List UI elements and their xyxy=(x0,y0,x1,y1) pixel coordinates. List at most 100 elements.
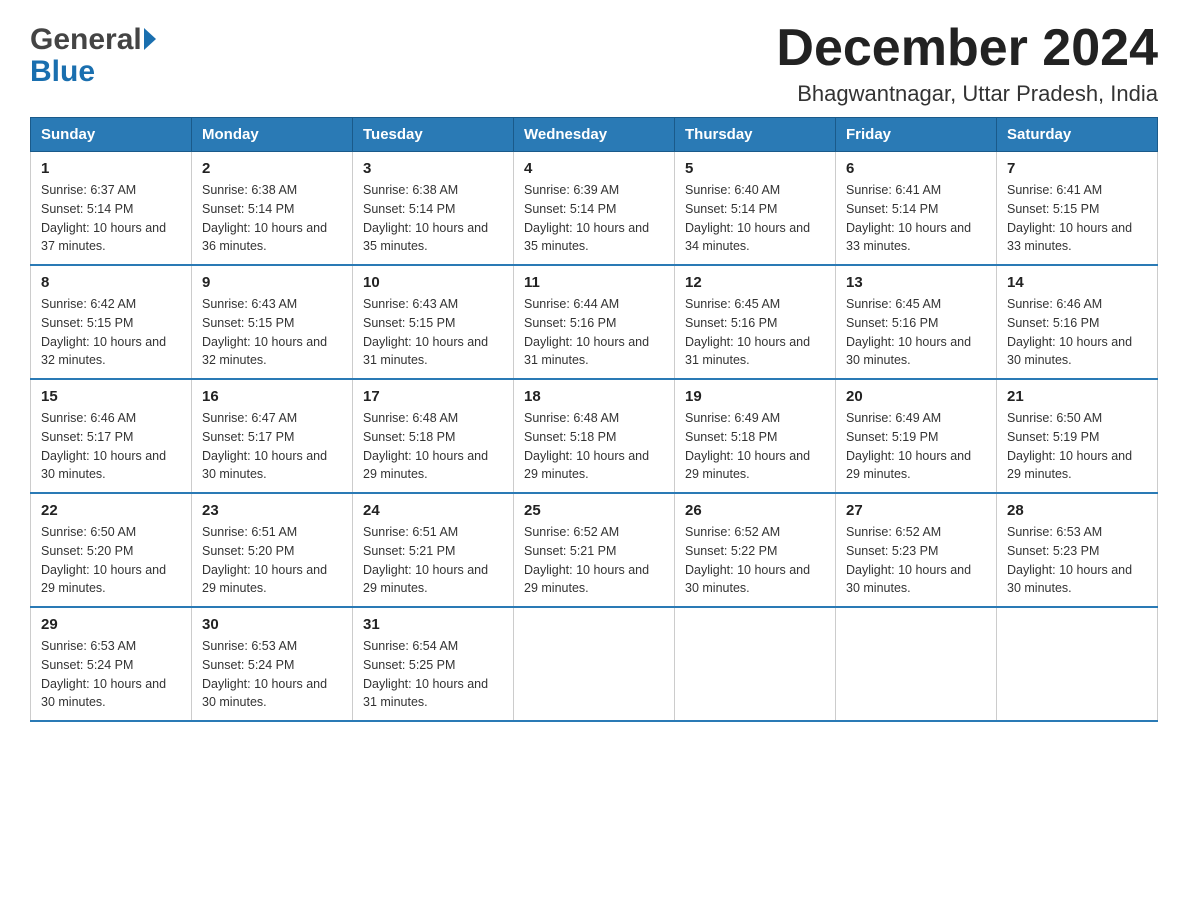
calendar-cell: 10 Sunrise: 6:43 AMSunset: 5:15 PMDaylig… xyxy=(353,265,514,379)
day-detail: Sunrise: 6:48 AMSunset: 5:18 PMDaylight:… xyxy=(363,411,488,481)
calendar-cell: 29 Sunrise: 6:53 AMSunset: 5:24 PMDaylig… xyxy=(31,607,192,721)
day-detail: Sunrise: 6:45 AMSunset: 5:16 PMDaylight:… xyxy=(685,297,810,367)
calendar-table: SundayMondayTuesdayWednesdayThursdayFrid… xyxy=(30,117,1158,722)
day-number: 26 xyxy=(685,502,825,519)
day-detail: Sunrise: 6:42 AMSunset: 5:15 PMDaylight:… xyxy=(41,297,166,367)
day-detail: Sunrise: 6:50 AMSunset: 5:20 PMDaylight:… xyxy=(41,525,166,595)
calendar-cell: 31 Sunrise: 6:54 AMSunset: 5:25 PMDaylig… xyxy=(353,607,514,721)
calendar-cell: 21 Sunrise: 6:50 AMSunset: 5:19 PMDaylig… xyxy=(997,379,1158,493)
calendar-cell: 13 Sunrise: 6:45 AMSunset: 5:16 PMDaylig… xyxy=(836,265,997,379)
calendar-cell: 26 Sunrise: 6:52 AMSunset: 5:22 PMDaylig… xyxy=(675,493,836,607)
calendar-cell: 18 Sunrise: 6:48 AMSunset: 5:18 PMDaylig… xyxy=(514,379,675,493)
calendar-cell xyxy=(836,607,997,721)
calendar-week-row: 22 Sunrise: 6:50 AMSunset: 5:20 PMDaylig… xyxy=(31,493,1158,607)
day-number: 28 xyxy=(1007,502,1147,519)
day-number: 6 xyxy=(846,160,986,177)
day-detail: Sunrise: 6:41 AMSunset: 5:14 PMDaylight:… xyxy=(846,183,971,253)
calendar-cell: 11 Sunrise: 6:44 AMSunset: 5:16 PMDaylig… xyxy=(514,265,675,379)
calendar-cell: 4 Sunrise: 6:39 AMSunset: 5:14 PMDayligh… xyxy=(514,152,675,266)
day-detail: Sunrise: 6:41 AMSunset: 5:15 PMDaylight:… xyxy=(1007,183,1132,253)
day-header-thursday: Thursday xyxy=(675,118,836,152)
day-number: 13 xyxy=(846,274,986,291)
day-detail: Sunrise: 6:52 AMSunset: 5:21 PMDaylight:… xyxy=(524,525,649,595)
day-number: 30 xyxy=(202,616,342,633)
day-detail: Sunrise: 6:53 AMSunset: 5:24 PMDaylight:… xyxy=(202,639,327,709)
calendar-cell: 22 Sunrise: 6:50 AMSunset: 5:20 PMDaylig… xyxy=(31,493,192,607)
day-detail: Sunrise: 6:54 AMSunset: 5:25 PMDaylight:… xyxy=(363,639,488,709)
day-detail: Sunrise: 6:38 AMSunset: 5:14 PMDaylight:… xyxy=(363,183,488,253)
calendar-cell: 16 Sunrise: 6:47 AMSunset: 5:17 PMDaylig… xyxy=(192,379,353,493)
calendar-cell: 20 Sunrise: 6:49 AMSunset: 5:19 PMDaylig… xyxy=(836,379,997,493)
day-number: 9 xyxy=(202,274,342,291)
day-detail: Sunrise: 6:45 AMSunset: 5:16 PMDaylight:… xyxy=(846,297,971,367)
calendar-cell: 3 Sunrise: 6:38 AMSunset: 5:14 PMDayligh… xyxy=(353,152,514,266)
day-header-saturday: Saturday xyxy=(997,118,1158,152)
day-number: 11 xyxy=(524,274,664,291)
calendar-cell xyxy=(675,607,836,721)
calendar-cell: 14 Sunrise: 6:46 AMSunset: 5:16 PMDaylig… xyxy=(997,265,1158,379)
calendar-cell: 19 Sunrise: 6:49 AMSunset: 5:18 PMDaylig… xyxy=(675,379,836,493)
day-detail: Sunrise: 6:49 AMSunset: 5:18 PMDaylight:… xyxy=(685,411,810,481)
day-number: 14 xyxy=(1007,274,1147,291)
day-detail: Sunrise: 6:53 AMSunset: 5:24 PMDaylight:… xyxy=(41,639,166,709)
day-number: 21 xyxy=(1007,388,1147,405)
month-title: December 2024 xyxy=(776,20,1158,77)
day-number: 15 xyxy=(41,388,181,405)
day-detail: Sunrise: 6:43 AMSunset: 5:15 PMDaylight:… xyxy=(202,297,327,367)
calendar-cell xyxy=(997,607,1158,721)
day-number: 5 xyxy=(685,160,825,177)
day-number: 3 xyxy=(363,160,503,177)
day-number: 12 xyxy=(685,274,825,291)
day-header-monday: Monday xyxy=(192,118,353,152)
day-detail: Sunrise: 6:40 AMSunset: 5:14 PMDaylight:… xyxy=(685,183,810,253)
calendar-cell: 25 Sunrise: 6:52 AMSunset: 5:21 PMDaylig… xyxy=(514,493,675,607)
day-detail: Sunrise: 6:52 AMSunset: 5:23 PMDaylight:… xyxy=(846,525,971,595)
location-title: Bhagwantnagar, Uttar Pradesh, India xyxy=(776,81,1158,107)
calendar-cell: 5 Sunrise: 6:40 AMSunset: 5:14 PMDayligh… xyxy=(675,152,836,266)
day-number: 7 xyxy=(1007,160,1147,177)
day-header-row: SundayMondayTuesdayWednesdayThursdayFrid… xyxy=(31,118,1158,152)
day-detail: Sunrise: 6:44 AMSunset: 5:16 PMDaylight:… xyxy=(524,297,649,367)
day-detail: Sunrise: 6:37 AMSunset: 5:14 PMDaylight:… xyxy=(41,183,166,253)
day-detail: Sunrise: 6:43 AMSunset: 5:15 PMDaylight:… xyxy=(363,297,488,367)
day-detail: Sunrise: 6:48 AMSunset: 5:18 PMDaylight:… xyxy=(524,411,649,481)
day-number: 16 xyxy=(202,388,342,405)
day-detail: Sunrise: 6:49 AMSunset: 5:19 PMDaylight:… xyxy=(846,411,971,481)
day-detail: Sunrise: 6:38 AMSunset: 5:14 PMDaylight:… xyxy=(202,183,327,253)
calendar-cell: 27 Sunrise: 6:52 AMSunset: 5:23 PMDaylig… xyxy=(836,493,997,607)
calendar-cell: 23 Sunrise: 6:51 AMSunset: 5:20 PMDaylig… xyxy=(192,493,353,607)
calendar-cell: 2 Sunrise: 6:38 AMSunset: 5:14 PMDayligh… xyxy=(192,152,353,266)
logo: General Blue xyxy=(30,20,156,89)
calendar-week-row: 29 Sunrise: 6:53 AMSunset: 5:24 PMDaylig… xyxy=(31,607,1158,721)
calendar-cell: 15 Sunrise: 6:46 AMSunset: 5:17 PMDaylig… xyxy=(31,379,192,493)
day-number: 19 xyxy=(685,388,825,405)
day-detail: Sunrise: 6:53 AMSunset: 5:23 PMDaylight:… xyxy=(1007,525,1132,595)
calendar-cell: 28 Sunrise: 6:53 AMSunset: 5:23 PMDaylig… xyxy=(997,493,1158,607)
calendar-week-row: 8 Sunrise: 6:42 AMSunset: 5:15 PMDayligh… xyxy=(31,265,1158,379)
calendar-cell: 7 Sunrise: 6:41 AMSunset: 5:15 PMDayligh… xyxy=(997,152,1158,266)
day-detail: Sunrise: 6:52 AMSunset: 5:22 PMDaylight:… xyxy=(685,525,810,595)
day-header-tuesday: Tuesday xyxy=(353,118,514,152)
logo-blue-text: Blue xyxy=(30,55,95,88)
calendar-cell: 8 Sunrise: 6:42 AMSunset: 5:15 PMDayligh… xyxy=(31,265,192,379)
calendar-cell: 1 Sunrise: 6:37 AMSunset: 5:14 PMDayligh… xyxy=(31,152,192,266)
day-number: 1 xyxy=(41,160,181,177)
day-number: 8 xyxy=(41,274,181,291)
day-number: 20 xyxy=(846,388,986,405)
logo-triangle-icon xyxy=(144,28,156,50)
day-number: 23 xyxy=(202,502,342,519)
day-detail: Sunrise: 6:47 AMSunset: 5:17 PMDaylight:… xyxy=(202,411,327,481)
page-header: General Blue December 2024 Bhagwantnagar… xyxy=(30,20,1158,107)
day-number: 2 xyxy=(202,160,342,177)
day-detail: Sunrise: 6:39 AMSunset: 5:14 PMDaylight:… xyxy=(524,183,649,253)
day-number: 24 xyxy=(363,502,503,519)
day-detail: Sunrise: 6:46 AMSunset: 5:17 PMDaylight:… xyxy=(41,411,166,481)
day-header-friday: Friday xyxy=(836,118,997,152)
calendar-cell: 24 Sunrise: 6:51 AMSunset: 5:21 PMDaylig… xyxy=(353,493,514,607)
day-header-wednesday: Wednesday xyxy=(514,118,675,152)
day-number: 27 xyxy=(846,502,986,519)
calendar-week-row: 15 Sunrise: 6:46 AMSunset: 5:17 PMDaylig… xyxy=(31,379,1158,493)
day-number: 22 xyxy=(41,502,181,519)
title-section: December 2024 Bhagwantnagar, Uttar Prade… xyxy=(776,20,1158,107)
day-detail: Sunrise: 6:50 AMSunset: 5:19 PMDaylight:… xyxy=(1007,411,1132,481)
